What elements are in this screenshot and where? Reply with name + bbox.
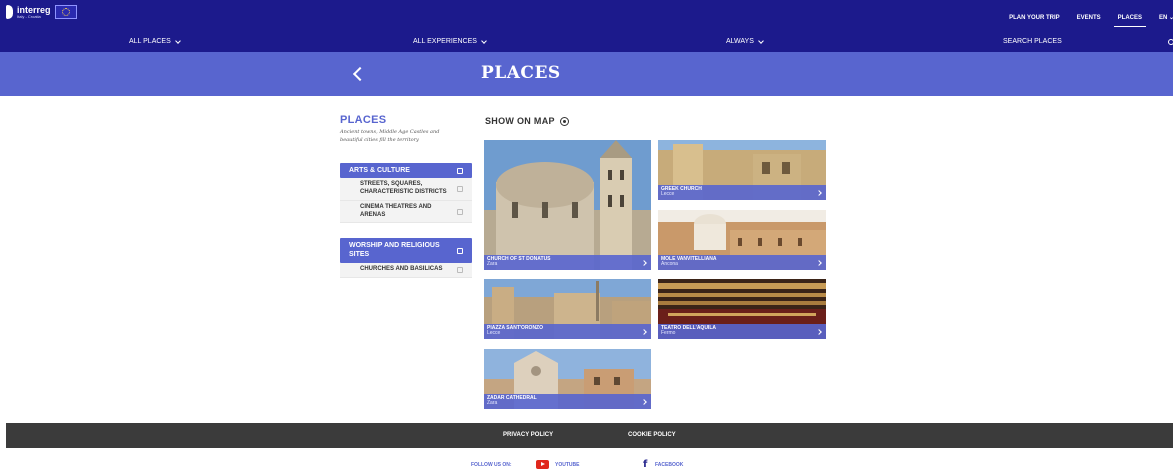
social-links: FOLLOW US ON: YOUTUBE f FACEBOOK bbox=[0, 459, 1173, 474]
card-caption: MOLE VANVITELLIANA Ancona bbox=[658, 255, 826, 270]
privacy-policy-link[interactable]: PRIVACY POLICY bbox=[503, 432, 553, 438]
chevron-down-icon bbox=[174, 37, 181, 44]
category-worship-religious[interactable]: WORSHIP AND RELIGIOUS SITES bbox=[340, 238, 472, 263]
filter-label: CINEMA THEATRES AND ARENAS bbox=[360, 203, 432, 218]
filter-bar: ALL PLACES ALL EXPERIENCES ALWAYS SEARCH… bbox=[0, 37, 1173, 50]
nav-plan-your-trip[interactable]: PLAN YOUR TRIP bbox=[1009, 15, 1060, 21]
top-navigation-bar: interreg Italy - Croatia PLAN YOUR TRIP … bbox=[0, 0, 1173, 52]
back-button[interactable] bbox=[350, 65, 366, 83]
place-location: Lecce bbox=[661, 191, 675, 197]
checkbox-icon[interactable] bbox=[457, 208, 463, 215]
all-places-dropdown[interactable]: ALL PLACES bbox=[129, 37, 181, 45]
filter-label: CHURCHES AND BASILICAS bbox=[360, 266, 443, 273]
cookie-policy-link[interactable]: COOKIE POLICY bbox=[628, 432, 676, 438]
checkbox-icon[interactable] bbox=[457, 186, 463, 192]
map-target-icon bbox=[559, 116, 569, 126]
logo-mark-icon bbox=[6, 5, 13, 19]
nav-events[interactable]: EVENTS bbox=[1077, 15, 1101, 21]
card-caption: ZADAR CATHEDRAL Zara bbox=[484, 394, 651, 409]
sidebar-title: PLACES bbox=[340, 114, 387, 126]
place-card[interactable]: GREEK CHURCH Lecce bbox=[658, 140, 826, 200]
page-title: PLACES bbox=[481, 63, 561, 83]
church-image bbox=[484, 140, 651, 270]
category-label: WORSHIP AND RELIGIOUS SITES bbox=[349, 242, 440, 258]
place-location: Ancona bbox=[661, 261, 678, 267]
card-caption: CHURCH OF ST DONATUS Zara bbox=[484, 255, 651, 270]
show-on-map-label: SHOW ON MAP bbox=[485, 116, 555, 126]
card-caption: TEATRO DELL'AQUILA Fermo bbox=[658, 324, 826, 339]
chevron-down-icon bbox=[481, 37, 487, 44]
show-on-map-button[interactable]: SHOW ON MAP bbox=[485, 116, 569, 126]
footer: PRIVACY POLICY COOKIE POLICY bbox=[6, 423, 1173, 448]
chevron-down-icon bbox=[758, 37, 764, 44]
follow-us-label: FOLLOW US ON: bbox=[471, 462, 512, 468]
all-places-label: ALL PLACES bbox=[129, 38, 171, 45]
nav-places[interactable]: PLACES bbox=[1113, 15, 1147, 27]
filter-cinema-theatres[interactable]: CINEMA THEATRES AND ARENAS bbox=[340, 201, 472, 223]
place-location: Lecce bbox=[487, 330, 501, 336]
interreg-logo[interactable]: interreg Italy - Croatia bbox=[6, 5, 77, 19]
place-location: Zara bbox=[487, 400, 498, 406]
facebook-icon[interactable]: f bbox=[643, 459, 647, 470]
page: interreg Italy - Croatia PLAN YOUR TRIP … bbox=[0, 0, 1173, 474]
facebook-link[interactable]: FACEBOOK bbox=[655, 462, 683, 468]
card-caption: PIAZZA SANT'ORONZO Lecce bbox=[484, 324, 651, 339]
brand-subtitle: Italy - Croatia bbox=[17, 13, 41, 19]
place-card[interactable]: ZADAR CATHEDRAL Zara bbox=[484, 349, 651, 409]
place-card[interactable]: CHURCH OF ST DONATUS Zara bbox=[484, 140, 651, 270]
language-selector[interactable]: EN ⌄ bbox=[1159, 14, 1173, 21]
place-card[interactable]: PIAZZA SANT'ORONZO Lecce bbox=[484, 279, 651, 339]
youtube-icon[interactable] bbox=[536, 460, 549, 469]
filter-streets-squares[interactable]: STREETS, SQUARES, CHARACTERISTIC DISTRIC… bbox=[340, 178, 472, 201]
filter-label: STREETS, SQUARES, CHARACTERISTIC DISTRIC… bbox=[360, 181, 447, 195]
sidebar: PLACES Ancient towns, Middle Age Castles… bbox=[340, 114, 472, 278]
card-caption: GREEK CHURCH Lecce bbox=[658, 185, 826, 200]
place-card[interactable]: TEATRO DELL'AQUILA Fermo bbox=[658, 279, 826, 339]
place-location: Zara bbox=[487, 261, 498, 267]
place-location: Fermo bbox=[661, 330, 676, 336]
category-arts-culture[interactable]: ARTS & CULTURE bbox=[340, 163, 472, 178]
always-label: ALWAYS bbox=[726, 38, 754, 45]
youtube-link[interactable]: YOUTUBE bbox=[555, 462, 579, 468]
always-dropdown[interactable]: ALWAYS bbox=[726, 37, 764, 45]
eu-flag-icon bbox=[54, 5, 77, 19]
search-places-input[interactable]: SEARCH PLACES bbox=[1003, 38, 1062, 45]
all-experiences-label: ALL EXPERIENCES bbox=[413, 38, 477, 45]
checkbox-icon[interactable] bbox=[457, 247, 463, 254]
sidebar-description: Ancient towns, Middle Age Castles and be… bbox=[340, 129, 440, 143]
all-experiences-dropdown[interactable]: ALL EXPERIENCES bbox=[413, 37, 487, 45]
checkbox-icon[interactable] bbox=[457, 167, 463, 174]
category-label: ARTS & CULTURE bbox=[349, 167, 410, 174]
place-card[interactable]: MOLE VANVITELLIANA Ancona bbox=[658, 210, 826, 270]
main-navigation: PLAN YOUR TRIP EVENTS PLACES EN ⌄ bbox=[992, 14, 1173, 27]
filter-churches-basilicas[interactable]: CHURCHES AND BASILICAS bbox=[340, 263, 472, 278]
search-icon[interactable] bbox=[1168, 39, 1173, 45]
checkbox-icon[interactable] bbox=[457, 267, 463, 273]
language-label: EN bbox=[1159, 15, 1168, 21]
page-header: PLACES bbox=[0, 52, 1173, 96]
